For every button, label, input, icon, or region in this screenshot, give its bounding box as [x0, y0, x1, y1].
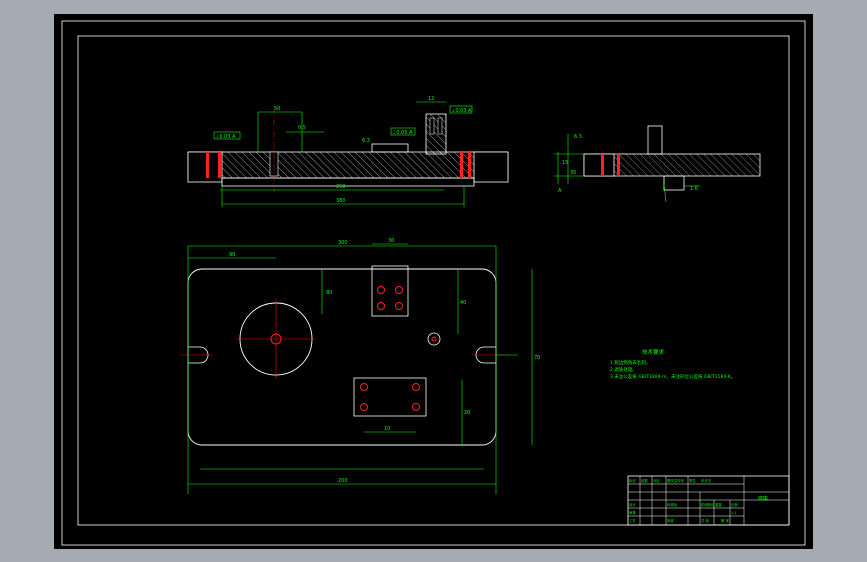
- title-cell-6: 设计: [629, 502, 636, 507]
- plan-dim-70: 70: [534, 355, 540, 361]
- title-cell-2: 分区: [653, 478, 660, 483]
- side-section-view: 6.3 15 35 A 1.6: [554, 125, 761, 203]
- front-dim-380: 380: [336, 198, 346, 204]
- title-cell-3: 更改文件号: [667, 478, 685, 483]
- front-callout-2: 0.5: [298, 125, 306, 131]
- side-dim-15: 15: [562, 160, 568, 166]
- plan-dim-40: 40: [460, 300, 466, 306]
- cad-drawing: ⊥0.03 A 0.5 ⊥0.05 A ⊥0.03 A 380 250 12 5…: [61, 20, 806, 546]
- front-dim-12: 12: [428, 96, 434, 102]
- plan-dim-20: 20: [464, 410, 470, 416]
- title-cell-9: 工艺: [629, 518, 636, 523]
- front-callout-1: ⊥0.03 A: [215, 134, 236, 140]
- side-dim-1-6: 1.6: [690, 186, 698, 192]
- plan-dim-10: 10: [384, 426, 390, 432]
- plan-dim-90: 90: [229, 252, 235, 258]
- front-dim-250: 250: [336, 184, 346, 190]
- side-dim-ra: 6.3: [574, 134, 582, 140]
- notes-line-1: 1.锐边倒角去毛刺。: [610, 359, 650, 366]
- technical-notes: 技术要求 1.锐边倒角去毛刺。 2.调质处理。 3.未注公差按 GB/T1804…: [610, 348, 735, 380]
- title-cell-7: 标准化: [667, 502, 678, 507]
- title-cell-4: 签名: [689, 478, 696, 483]
- title-cell-11: 阶段标记: [701, 502, 715, 507]
- front-dim-ra: 6.3: [362, 138, 370, 144]
- front-callout-4: ⊥0.03 A: [451, 108, 472, 114]
- title-block: 底座 标记 处数 分区 更改文件号 签名 年月日 设计 标准化 审核 工艺 批准…: [627, 475, 790, 526]
- title-cell-0: 标记: [629, 478, 636, 483]
- title-cell-1: 处数: [641, 478, 648, 483]
- title-cell-14: 1:1: [731, 511, 736, 515]
- side-dim-35: 35: [570, 170, 576, 176]
- title-cell-8: 审核: [629, 510, 636, 515]
- notes-title: 技术要求: [642, 348, 665, 356]
- plan-dim-300: 300: [338, 240, 348, 246]
- plan-dim-80: 80: [326, 290, 332, 296]
- title-cell-16: 第 张: [721, 518, 729, 523]
- front-dim-50: 50: [274, 106, 280, 112]
- title-cell-13: 比例: [731, 502, 738, 507]
- title-block-part-name: 底座: [758, 495, 768, 502]
- plan-view: 300 90 80 30 40 70 20 10 200: [180, 238, 540, 494]
- side-datum-a: A: [558, 188, 562, 194]
- title-cell-5: 年月日: [701, 478, 711, 483]
- title-cell-10: 批准: [667, 518, 674, 523]
- title-cell-12: 重量: [715, 502, 722, 507]
- front-section-view: ⊥0.03 A 0.5 ⊥0.05 A ⊥0.03 A 380 250 12 5…: [187, 96, 509, 207]
- inner-border: [77, 35, 790, 526]
- front-callout-3: ⊥0.05 A: [392, 130, 413, 136]
- notes-line-3: 3.未注公差按 GB/T1804-m，未注形位公差按 GB/T1184-K。: [610, 373, 735, 380]
- cad-viewport[interactable]: ⊥0.03 A 0.5 ⊥0.05 A ⊥0.03 A 380 250 12 5…: [54, 14, 813, 549]
- notes-line-2: 2.调质处理。: [610, 366, 637, 373]
- plan-dim-30: 30: [388, 238, 394, 244]
- title-cell-15: 共 张: [701, 518, 709, 523]
- plan-dim-200: 200: [338, 478, 348, 484]
